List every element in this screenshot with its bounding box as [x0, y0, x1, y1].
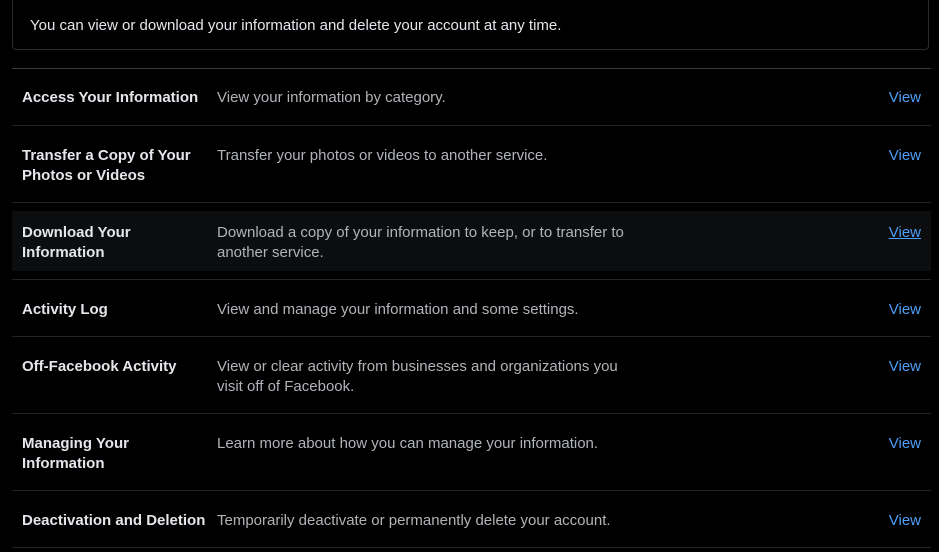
row-description: View and manage your information and som…: [217, 301, 579, 318]
row-description: Temporarily deactivate or permanently de…: [217, 512, 611, 529]
row-title: Access Your Information: [22, 89, 199, 106]
view-download-your-information-link[interactable]: View: [889, 223, 921, 243]
intro-text: You can view or download your informatio…: [30, 17, 562, 34]
view-deactivation-and-deletion-link[interactable]: View: [889, 511, 921, 531]
information-settings-list: Access Your Information View your inform…: [12, 68, 931, 548]
row-download-your-information: Download Your Information Download a cop…: [12, 203, 931, 280]
view-off-facebook-activity-link[interactable]: View: [889, 357, 921, 377]
row-title: Transfer a Copy of Your Photos or Videos: [22, 147, 191, 184]
view-access-your-information-link[interactable]: View: [889, 88, 921, 108]
row-description: Learn more about how you can manage your…: [217, 435, 599, 452]
row-title: Activity Log: [22, 301, 108, 318]
view-transfer-copy-link[interactable]: View: [889, 146, 921, 166]
row-title: Managing Your Information: [22, 435, 129, 472]
row-description: View or clear activity from businesses a…: [217, 358, 618, 395]
row-deactivation-and-deletion: Deactivation and Deletion Temporarily de…: [12, 491, 931, 548]
row-title: Off-Facebook Activity: [22, 358, 177, 375]
row-off-facebook-activity: Off-Facebook Activity View or clear acti…: [12, 337, 931, 414]
row-access-your-information: Access Your Information View your inform…: [12, 69, 931, 126]
row-description: Transfer your photos or videos to anothe…: [217, 147, 548, 164]
your-facebook-information-page: You can view or download your informatio…: [0, 0, 939, 552]
view-managing-your-information-link[interactable]: View: [889, 434, 921, 454]
row-description: View your information by category.: [217, 89, 446, 106]
row-description: Download a copy of your information to k…: [217, 224, 624, 261]
view-activity-log-link[interactable]: View: [889, 300, 921, 320]
intro-panel: You can view or download your informatio…: [12, 0, 929, 50]
row-transfer-copy: Transfer a Copy of Your Photos or Videos…: [12, 126, 931, 203]
row-title: Download Your Information: [22, 224, 131, 261]
row-title: Deactivation and Deletion: [22, 512, 206, 529]
row-managing-your-information: Managing Your Information Learn more abo…: [12, 414, 931, 491]
row-activity-log: Activity Log View and manage your inform…: [12, 280, 931, 337]
